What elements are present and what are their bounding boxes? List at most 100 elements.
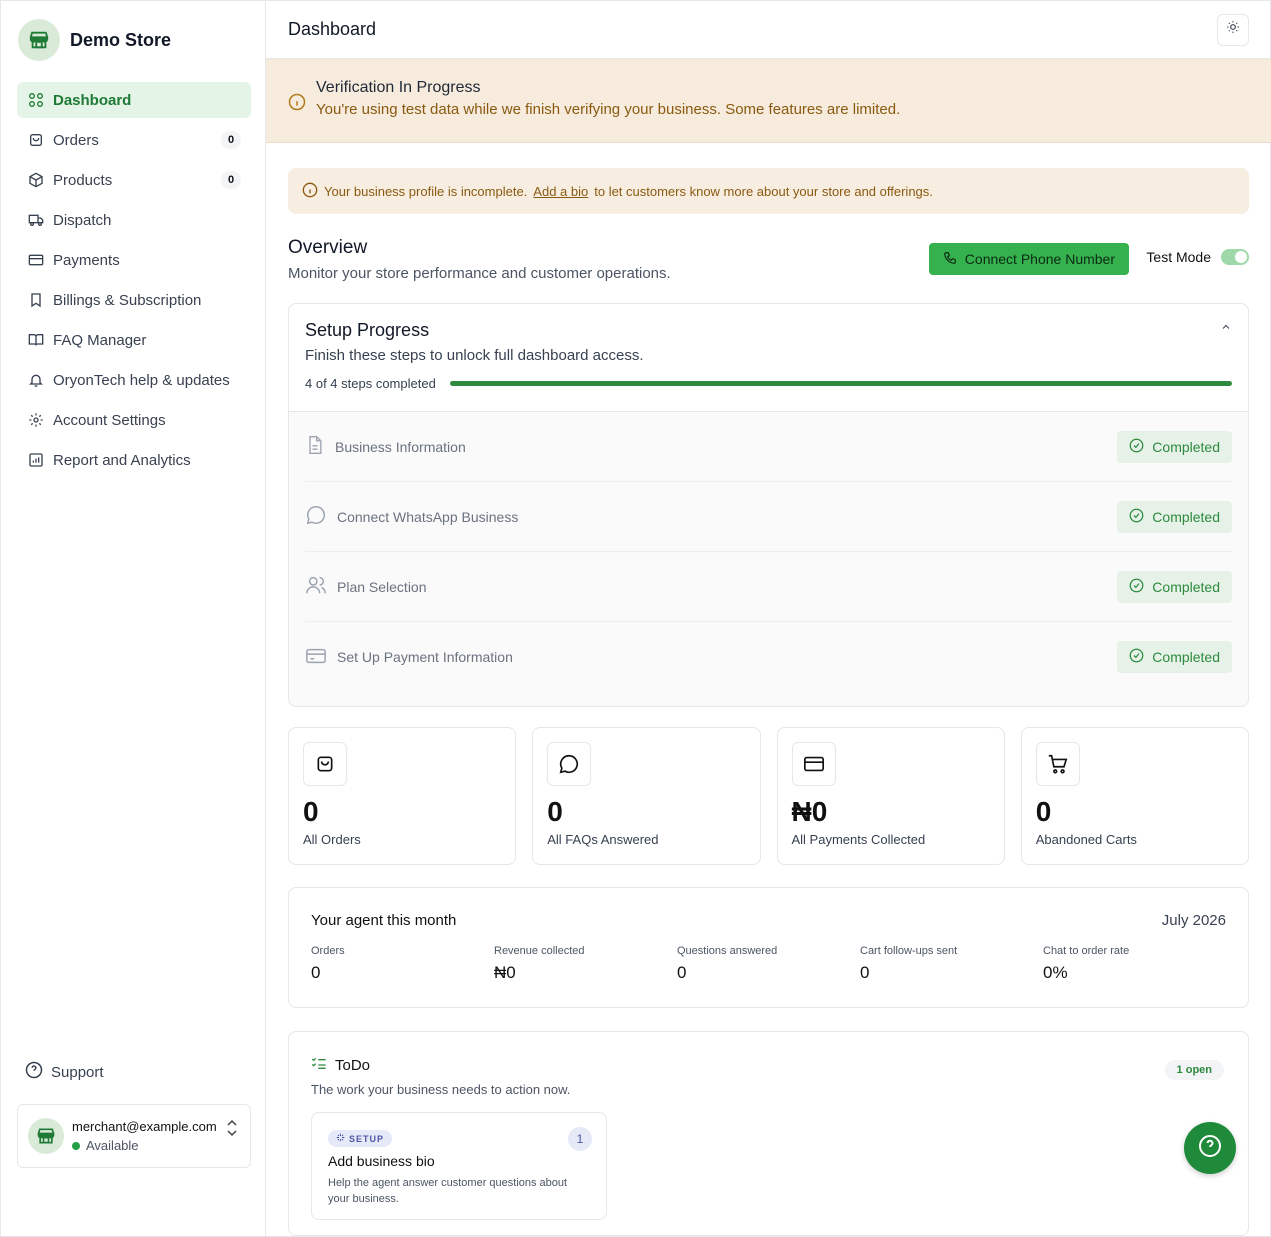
metric-questions: Questions answered 0 (677, 945, 860, 983)
stat-value: 0 (1035, 796, 1052, 827)
metric-label: Questions answered (677, 945, 778, 957)
setup-step[interactable]: Plan Selection Completed (305, 552, 1232, 622)
verification-banner: Verification In Progress You're using te… (266, 59, 1271, 143)
progress-bar (449, 381, 1232, 386)
check-circle-icon (1129, 648, 1144, 666)
stat-card-abandoned-carts[interactable]: 0 Abandoned Carts (1020, 727, 1249, 865)
info-icon (302, 182, 318, 201)
chat-bubble-icon (305, 504, 327, 529)
orders-icon (27, 131, 45, 149)
setup-title: Setup Progress (305, 320, 430, 340)
sparkle-icon (336, 1133, 345, 1144)
main-content: Dashboard Verification In Progress You'r… (266, 1, 1271, 1237)
setup-step[interactable]: Business Information Completed (305, 412, 1232, 482)
metric-value: ₦0 (494, 963, 516, 982)
sidebar-item-dispatch[interactable]: Dispatch (17, 202, 251, 238)
metric-label: Chat to order rate (1043, 945, 1130, 957)
support-link[interactable]: Support (25, 1061, 104, 1083)
theme-toggle-button[interactable] (1217, 13, 1249, 46)
sidebar-item-products[interactable]: Products 0 (17, 162, 251, 198)
metric-value: 0 (677, 963, 687, 982)
book-icon (27, 331, 45, 349)
stat-card-orders[interactable]: 0 All Orders (288, 727, 517, 865)
store-icon (28, 1118, 64, 1154)
progress-text: 4 of 4 steps completed (305, 376, 436, 391)
sidebar-item-billings[interactable]: Billings & Subscription (17, 282, 251, 318)
sidebar-item-dashboard[interactable]: Dashboard (17, 82, 251, 118)
sidebar-item-label: OryonTech help & updates (53, 371, 230, 389)
chart-icon (27, 451, 45, 469)
agent-summary-card: Your agent this month July 2026 Orders 0… (288, 887, 1249, 1008)
agent-metrics: Orders 0 Revenue collected ₦0 Questions … (311, 945, 1226, 983)
sun-icon (1226, 20, 1240, 39)
setup-subtitle: Finish these steps to unlock full dashbo… (305, 347, 644, 364)
chevron-up-icon[interactable] (1220, 320, 1232, 338)
metric-cart-followups: Cart follow-ups sent 0 (860, 945, 1043, 983)
todo-count-badge: 1 (568, 1127, 592, 1151)
setup-tag: SETUP (328, 1130, 393, 1147)
check-circle-icon (1129, 578, 1144, 596)
test-mode-control: Test Mode (1146, 249, 1249, 265)
todo-card-add-bio[interactable]: SETUP 1 Add business bio Help the agent … (311, 1112, 607, 1220)
add-bio-link[interactable]: Add a bio (533, 184, 588, 199)
users-icon (305, 574, 327, 599)
stat-value: ₦0 (791, 796, 828, 827)
bookmark-icon (27, 291, 45, 309)
agent-title: Your agent this month (311, 912, 457, 929)
user-menu[interactable]: merchant@example.com Available (17, 1104, 251, 1168)
metric-value: 0 (311, 963, 321, 982)
sidebar-item-report-analytics[interactable]: Report and Analytics (17, 442, 251, 478)
cart-icon (1035, 742, 1080, 786)
count-badge: 0 (221, 131, 241, 149)
setup-step[interactable]: Set Up Payment Information Completed (305, 622, 1232, 692)
brand[interactable]: Demo Store (18, 19, 171, 61)
profile-incomplete-notice: Your business profile is incomplete. Add… (288, 168, 1249, 214)
metric-label: Cart follow-ups sent (860, 945, 958, 957)
sidebar-item-label: Payments (53, 251, 120, 269)
card-icon (27, 251, 45, 269)
overview-section: Overview Monitor your store performance … (288, 237, 1249, 282)
help-fab-button[interactable] (1184, 1122, 1236, 1174)
metric-value: 0% (1043, 963, 1068, 982)
sidebar-item-label: Orders (53, 131, 99, 149)
stats-row: 0 All Orders 0 All FAQs Answered ₦0 All … (288, 727, 1249, 865)
sidebar-item-faq-manager[interactable]: FAQ Manager (17, 322, 251, 358)
sidebar-item-label: FAQ Manager (53, 331, 147, 349)
verification-title: Verification In Progress (316, 79, 481, 96)
status-label: Available (86, 1138, 139, 1153)
connect-phone-button[interactable]: Connect Phone Number (928, 243, 1129, 275)
sidebar-item-help-updates[interactable]: OryonTech help & updates (17, 362, 251, 398)
brand-name: Demo Store (70, 29, 172, 50)
sidebar-item-label: Products (53, 171, 113, 189)
box-icon (27, 171, 45, 189)
step-status: Completed (1152, 578, 1220, 595)
check-circle-icon (1129, 438, 1144, 456)
info-icon (288, 93, 306, 116)
metric-orders: Orders 0 (311, 945, 494, 983)
stat-label: Abandoned Carts (1035, 832, 1137, 847)
step-label: Plan Selection (337, 578, 427, 595)
step-status: Completed (1152, 438, 1220, 455)
stat-card-faqs[interactable]: 0 All FAQs Answered (532, 727, 761, 865)
test-mode-toggle[interactable] (1221, 249, 1249, 265)
phone-icon (943, 251, 957, 268)
step-label: Set Up Payment Information (337, 649, 513, 665)
stat-label: All Orders (303, 832, 361, 847)
stat-value: 0 (303, 796, 319, 827)
sidebar-item-payments[interactable]: Payments (17, 242, 251, 278)
user-email: merchant@example.com (72, 1119, 217, 1134)
verification-text: You're using test data while we finish v… (316, 101, 901, 118)
sidebar-item-account-settings[interactable]: Account Settings (17, 402, 251, 438)
stat-card-payments[interactable]: ₦0 All Payments Collected (776, 727, 1005, 865)
sidebar-item-label: Report and Analytics (53, 451, 191, 469)
sidebar-item-label: Dispatch (53, 211, 112, 229)
sidebar-item-orders[interactable]: Orders 0 (17, 122, 251, 158)
orders-icon (303, 742, 347, 786)
document-icon (305, 435, 325, 458)
setup-header: Setup Progress Finish these steps to unl… (289, 304, 1248, 412)
progress-fill (449, 381, 1232, 386)
checklist-icon (311, 1056, 327, 1074)
setup-step[interactable]: Connect WhatsApp Business Completed (305, 482, 1232, 552)
app-window: Demo Store Dashboard Orders 0 Products 0… (0, 0, 1271, 1237)
todo-card-description: Help the agent answer customer questions… (328, 1177, 568, 1205)
